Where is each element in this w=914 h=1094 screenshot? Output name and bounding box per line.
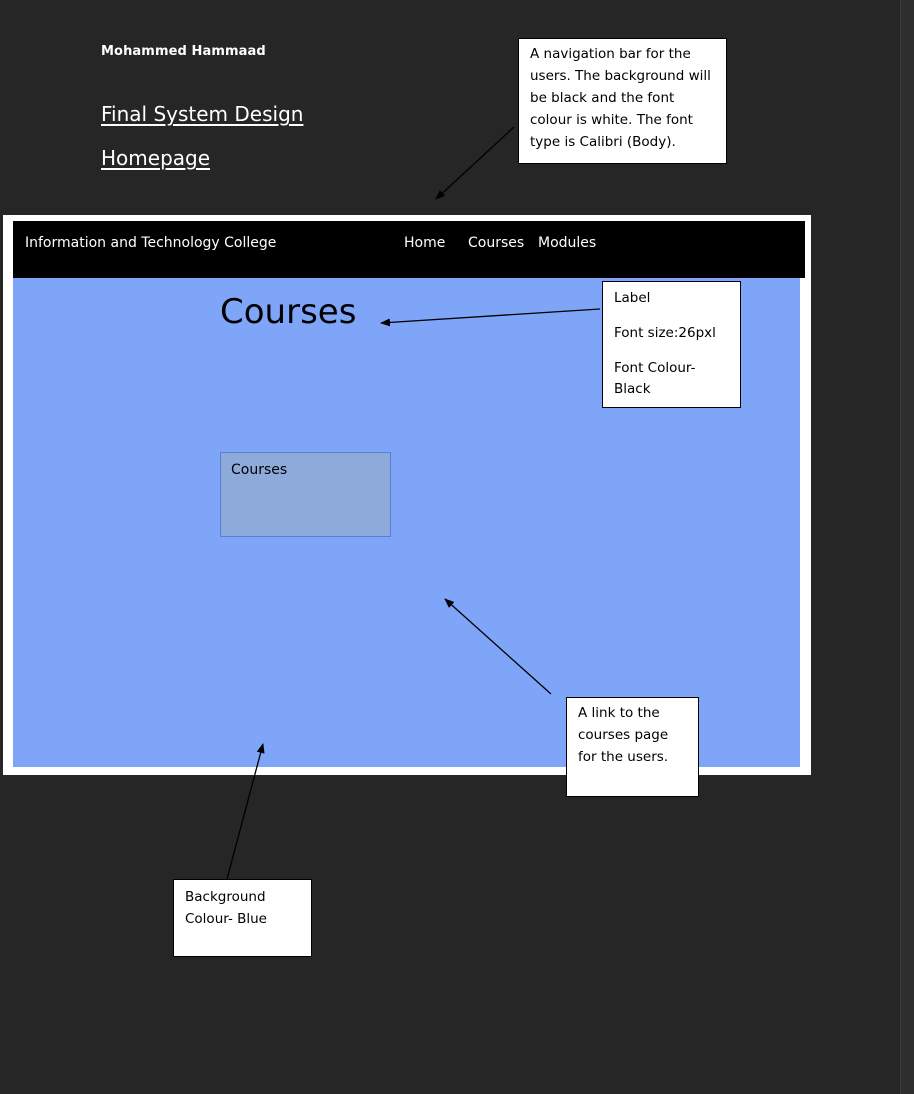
- mockup-nav-bar: Information and Technology College Home …: [13, 221, 805, 278]
- label-annotation-line-3: Font Colour- Black: [614, 360, 696, 397]
- nav-brand[interactable]: Information and Technology College: [25, 235, 276, 251]
- link-annotation-text: A link to the courses page for the users…: [578, 705, 669, 765]
- label-annotation-line-1: Label: [614, 290, 651, 306]
- nav-annotation-text: A navigation bar for the users. The back…: [530, 46, 711, 150]
- author-name: Mohammed Hammaad: [101, 44, 266, 59]
- nav-link-modules[interactable]: Modules: [538, 235, 596, 251]
- nav-link-courses[interactable]: Courses: [468, 235, 524, 251]
- label-annotation: Label Font size:26pxl Font Colour- Black: [602, 281, 741, 408]
- nav-annotation-arrow: [435, 126, 515, 200]
- nav-annotation: A navigation bar for the users. The back…: [518, 38, 727, 164]
- background-annotation-text: Background Colour- Blue: [185, 889, 267, 927]
- courses-link-label: Courses: [231, 462, 288, 478]
- mockup-page-title: Courses: [220, 292, 357, 332]
- courses-link-box[interactable]: Courses: [220, 452, 391, 537]
- document-subtitle: Homepage: [101, 146, 211, 170]
- label-annotation-line-2: Font size:26pxl: [614, 325, 716, 341]
- document-title: Final System Design: [101, 102, 304, 126]
- nav-link-home[interactable]: Home: [404, 235, 445, 251]
- page-edge: [900, 0, 914, 1094]
- link-annotation: A link to the courses page for the users…: [566, 697, 699, 797]
- background-annotation: Background Colour- Blue: [173, 879, 312, 957]
